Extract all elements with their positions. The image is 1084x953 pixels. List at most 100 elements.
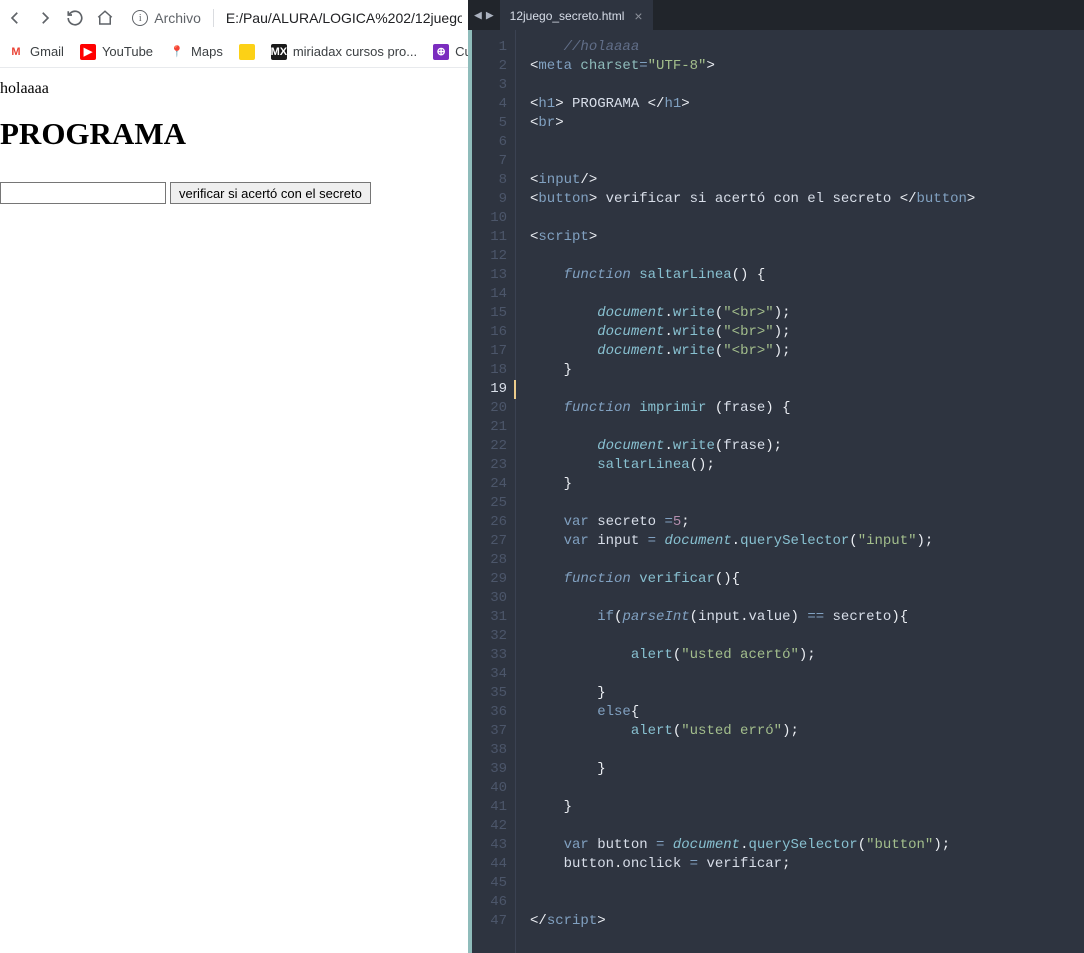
code-line: }: [530, 361, 1084, 380]
code-line: //holaaaa: [530, 38, 1084, 57]
line-number: 14: [472, 285, 507, 304]
line-number: 32: [472, 627, 507, 646]
forward-icon[interactable]: [36, 8, 54, 28]
page-text-input[interactable]: [0, 182, 166, 204]
line-number: 47: [472, 912, 507, 931]
code-line: [530, 285, 1084, 304]
editor-body: 1234567891011121314151617181920212223242…: [468, 30, 1084, 953]
line-number: 23: [472, 456, 507, 475]
line-number: 46: [472, 893, 507, 912]
code-line: var button = document.querySelector("but…: [530, 836, 1084, 855]
line-number: 28: [472, 551, 507, 570]
code-area[interactable]: //holaaaa<meta charset="UTF-8"> <h1> PRO…: [516, 30, 1084, 953]
line-number: 10: [472, 209, 507, 228]
line-number: 4: [472, 95, 507, 114]
code-line: }: [530, 798, 1084, 817]
verify-button[interactable]: verificar si acertó con el secreto: [170, 182, 371, 204]
bookmark-icon: ⊕: [433, 44, 449, 60]
line-number: 39: [472, 760, 507, 779]
code-line: [530, 741, 1084, 760]
tab-prev-icon[interactable]: ◀: [474, 8, 482, 23]
line-number: 1: [472, 38, 507, 57]
line-number: 12: [472, 247, 507, 266]
bookmark-icon: ▶: [80, 44, 96, 60]
page-heading: PROGRAMA: [0, 116, 468, 152]
tab-next-icon[interactable]: ▶: [486, 8, 494, 23]
code-line: [530, 494, 1084, 513]
browser-toolbar: i Archivo E:/Pau/ALURA/LOGICA%202/12jueg…: [0, 0, 468, 36]
code-line: var secreto =5;: [530, 513, 1084, 532]
code-line: [530, 893, 1084, 912]
line-number: 7: [472, 152, 507, 171]
line-number: 33: [472, 646, 507, 665]
close-icon[interactable]: ×: [634, 8, 642, 24]
line-number: 37: [472, 722, 507, 741]
line-number: 3: [472, 76, 507, 95]
bookmark-item[interactable]: MGmail: [8, 44, 64, 60]
line-number: 29: [472, 570, 507, 589]
code-line: [530, 817, 1084, 836]
code-line: [530, 133, 1084, 152]
code-line: [530, 418, 1084, 437]
code-line: }: [530, 475, 1084, 494]
line-number: 8: [472, 171, 507, 190]
bookmark-icon: [239, 44, 255, 60]
line-number: 20: [472, 399, 507, 418]
reload-icon[interactable]: [66, 8, 84, 28]
line-number: 40: [472, 779, 507, 798]
code-line: [530, 247, 1084, 266]
line-number: 25: [472, 494, 507, 513]
bookmark-label: miriadax cursos pro...: [293, 44, 417, 59]
code-line: button.onclick = verificar;: [530, 855, 1084, 874]
line-number: 34: [472, 665, 507, 684]
archivo-label: Archivo: [154, 10, 201, 26]
bookmarks-bar: MGmail ▶ YouTube 📍 Maps MXmiriadax cursos pr…: [0, 36, 468, 68]
line-number: 27: [472, 532, 507, 551]
line-number: 11: [472, 228, 507, 247]
code-line: [530, 152, 1084, 171]
code-line: [530, 209, 1084, 228]
line-number: 38: [472, 741, 507, 760]
line-number: 45: [472, 874, 507, 893]
code-line: saltarLinea();: [530, 456, 1084, 475]
editor-tab[interactable]: 12juego_secreto.html ×: [500, 0, 653, 30]
url-text[interactable]: E:/Pau/ALURA/LOGICA%202/12juego_se: [226, 10, 462, 26]
bookmark-label: YouTube: [102, 44, 153, 59]
line-number: 41: [472, 798, 507, 817]
toolbar-divider: [213, 9, 214, 27]
page-content: holaaaa PROGRAMA verificar si acertó con…: [0, 68, 468, 204]
bookmark-label: Maps: [191, 44, 223, 59]
code-line: [530, 551, 1084, 570]
home-icon[interactable]: [96, 8, 114, 28]
code-line: <meta charset="UTF-8">: [530, 57, 1084, 76]
line-number: 6: [472, 133, 507, 152]
line-number: 15: [472, 304, 507, 323]
bookmark-item[interactable]: [239, 44, 255, 60]
code-line: [514, 380, 1084, 399]
code-line: </script>: [530, 912, 1084, 931]
info-icon: i: [132, 10, 148, 26]
bookmark-item[interactable]: 📍 Maps: [169, 44, 223, 60]
page-text-line: holaaaa: [0, 80, 468, 98]
line-number: 22: [472, 437, 507, 456]
bookmark-item[interactable]: ▶ YouTube: [80, 44, 153, 60]
line-number: 24: [472, 475, 507, 494]
code-line: [530, 665, 1084, 684]
file-origin-chip[interactable]: i Archivo: [132, 10, 201, 26]
line-number-gutter: 1234567891011121314151617181920212223242…: [472, 30, 516, 953]
code-line: document.write("<br>");: [530, 342, 1084, 361]
back-icon[interactable]: [6, 8, 24, 28]
line-number: 26: [472, 513, 507, 532]
bookmark-item[interactable]: MXmiriadax cursos pro...: [271, 44, 417, 60]
line-number: 43: [472, 836, 507, 855]
bookmark-icon: M: [8, 44, 24, 60]
code-line: function verificar(){: [530, 570, 1084, 589]
line-number: 21: [472, 418, 507, 437]
editor-tab-bar: ◀ ▶ 12juego_secreto.html ×: [468, 0, 1084, 30]
line-number: 19: [472, 380, 507, 399]
bookmark-icon: 📍: [169, 44, 185, 60]
tab-filename: 12juego_secreto.html: [510, 9, 625, 23]
code-line: document.write("<br>");: [530, 304, 1084, 323]
code-line: [530, 779, 1084, 798]
code-line: var input = document.querySelector("inpu…: [530, 532, 1084, 551]
